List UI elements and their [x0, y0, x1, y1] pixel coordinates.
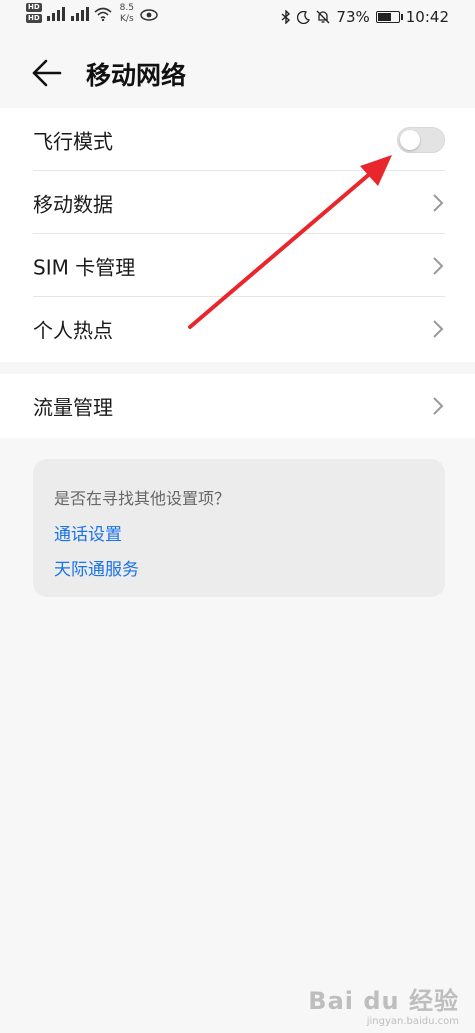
status-bar-left: HD HD 8.5 K/s	[26, 3, 158, 25]
network-speed-value: 8.5	[119, 3, 134, 13]
hd-badge: HD	[26, 14, 42, 23]
settings-list: 飞行模式 移动数据 SIM 卡管理 个人热点	[0, 108, 475, 362]
personal-hotspot-label: 个人热点	[33, 318, 113, 342]
personal-hotspot-row[interactable]: 个人热点	[0, 297, 475, 360]
sim-management-row[interactable]: SIM 卡管理	[0, 234, 475, 297]
data-usage-section: 流量管理	[0, 374, 475, 438]
data-usage-label: 流量管理	[33, 395, 113, 419]
watermark: Bai du 经验 jingyan.baidu.com	[308, 981, 459, 1027]
chevron-right-icon	[433, 396, 444, 415]
airplane-mode-row[interactable]: 飞行模式	[0, 108, 475, 171]
signal-icon	[46, 7, 65, 21]
tianjitong-service-link[interactable]: 天际通服务	[54, 555, 139, 580]
chevron-right-icon	[433, 319, 444, 338]
toggle-knob	[400, 129, 420, 150]
suggestions-question: 是否在寻找其他设置项？	[54, 489, 231, 508]
watermark-url: jingyan.baidu.com	[366, 1016, 459, 1027]
hd-badges: HD HD	[26, 3, 42, 23]
eye-comfort-icon	[140, 9, 158, 21]
clock: 10:42	[405, 8, 449, 26]
watermark-logo: Bai du 经验	[308, 987, 459, 1015]
app-header: 移动网络	[0, 40, 475, 104]
hd-badge: HD	[26, 3, 42, 12]
wifi-icon	[94, 7, 112, 21]
bluetooth-icon	[281, 10, 291, 24]
airplane-mode-label: 飞行模式	[33, 129, 113, 153]
mobile-data-row[interactable]: 移动数据	[0, 171, 475, 234]
sim-management-label: SIM 卡管理	[33, 255, 136, 279]
battery-percent: 73%	[336, 8, 370, 26]
suggestions-box: 是否在寻找其他设置项？ 通话设置 天际通服务	[33, 459, 445, 597]
network-speed: 8.5 K/s	[120, 3, 134, 25]
page-title: 移动网络	[86, 61, 187, 90]
chevron-right-icon	[433, 256, 444, 275]
status-bar-right: 73% 10:42	[281, 8, 449, 26]
status-bar: HD HD 8.5 K/s 73% 10:42	[0, 0, 475, 36]
battery-icon	[375, 11, 403, 23]
mute-bell-icon	[316, 10, 330, 24]
signal-icon	[70, 7, 89, 21]
moon-icon	[297, 10, 311, 24]
data-usage-row[interactable]: 流量管理	[0, 374, 475, 437]
network-speed-unit: K/s	[120, 14, 134, 24]
airplane-mode-toggle[interactable]	[397, 126, 445, 153]
call-settings-link[interactable]: 通话设置	[54, 520, 122, 545]
mobile-data-label: 移动数据	[33, 192, 113, 216]
back-arrow-icon[interactable]	[28, 58, 68, 88]
chevron-right-icon	[433, 193, 444, 212]
